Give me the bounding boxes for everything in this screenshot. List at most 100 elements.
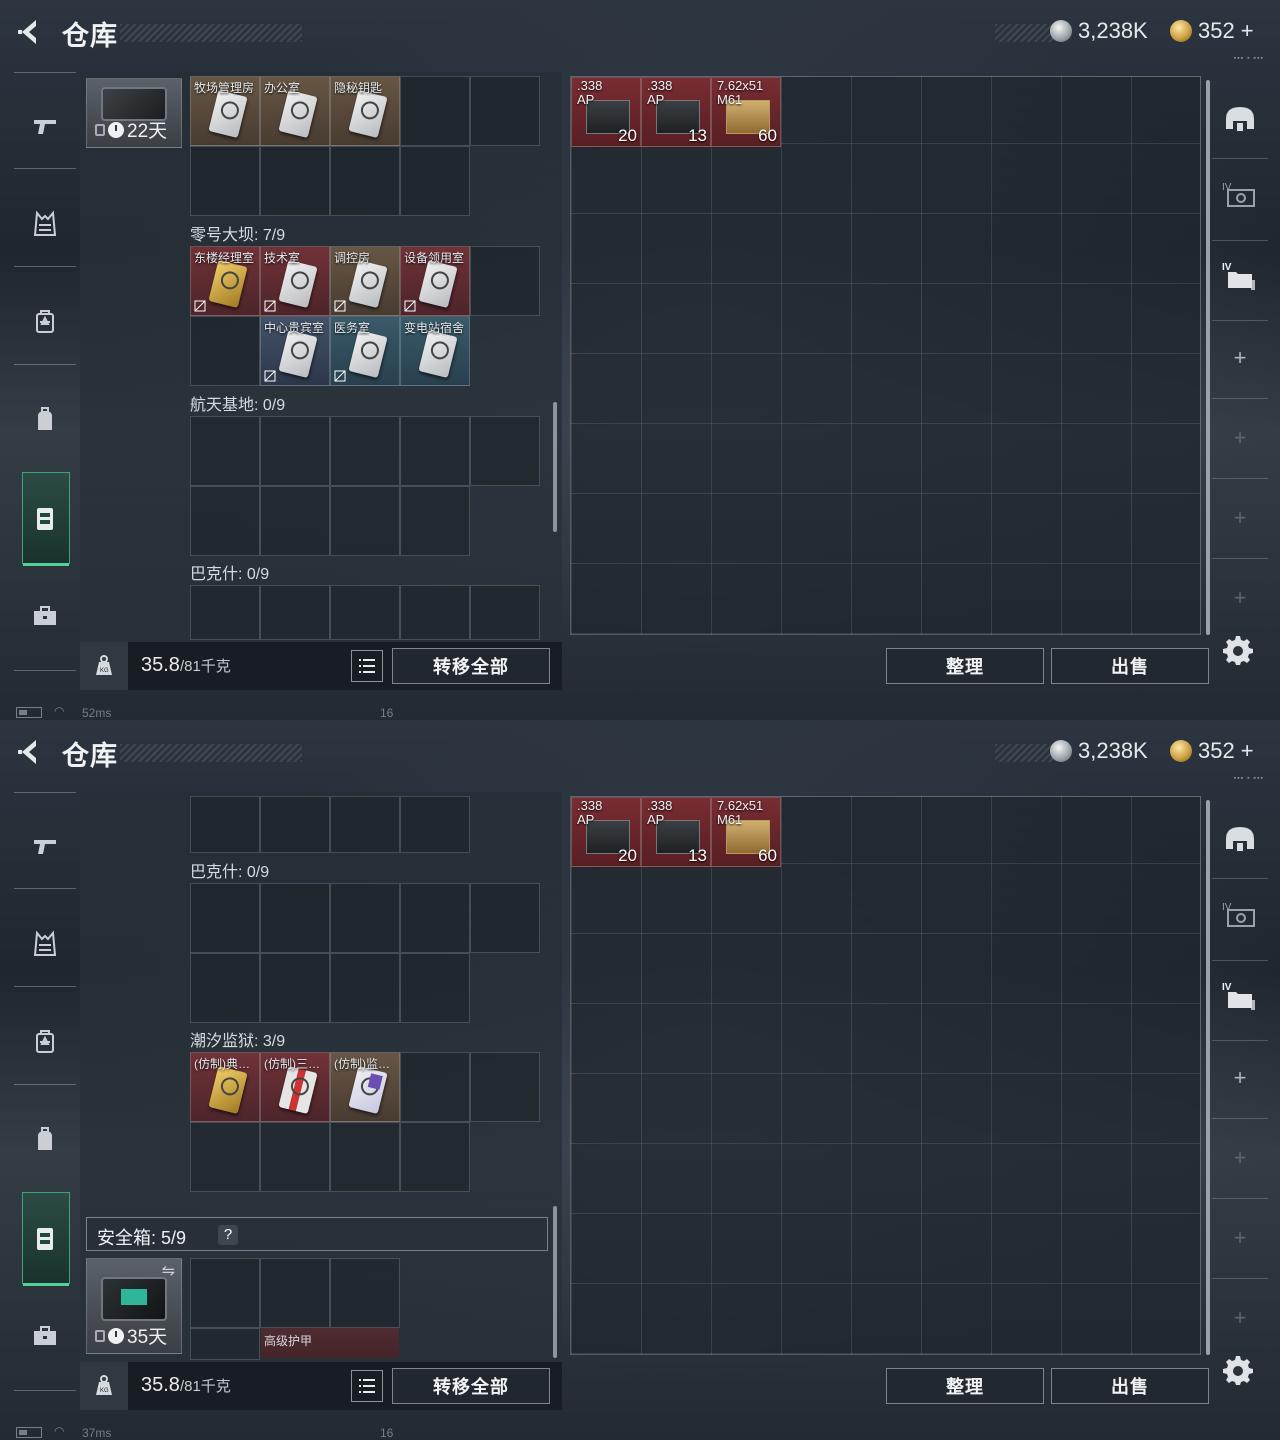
keycard-item[interactable]: 技术室 [260, 246, 330, 316]
ammo-item[interactable]: 7.62x51 M61 60 [711, 797, 781, 867]
gear-icon[interactable] [1222, 1354, 1254, 1386]
grid-slot[interactable] [190, 953, 260, 1023]
keycard-item[interactable]: 隐秘钥匙 [330, 76, 400, 146]
keycard-item[interactable]: 牧场管理房 [190, 76, 260, 146]
grid-slot[interactable] [260, 953, 330, 1023]
grid-slot[interactable] [190, 1122, 260, 1192]
sidebar-briefcase[interactable] [23, 594, 67, 638]
sort-button[interactable]: 整理 [886, 1368, 1044, 1404]
stash-tab-folder[interactable]: IV [1220, 256, 1260, 296]
grid-slot[interactable] [330, 1258, 400, 1328]
sort-button[interactable]: 整理 [886, 648, 1044, 684]
stash-add-button[interactable]: + [1220, 1058, 1260, 1098]
transfer-all-button[interactable]: 转移全部 [392, 648, 550, 684]
keycard-item[interactable]: 设备领用室 [400, 246, 470, 316]
keycard-item[interactable]: 东楼经理室 [190, 246, 260, 316]
grid-slot[interactable] [330, 146, 400, 216]
back-icon[interactable] [14, 736, 46, 768]
keycard-item[interactable]: (仿制)监… [330, 1052, 400, 1122]
armor-slot-label[interactable]: 高级护甲 [261, 1328, 399, 1358]
grid-slot[interactable] [260, 146, 330, 216]
stash-add-button[interactable]: + [1220, 1138, 1260, 1178]
grid-slot[interactable] [190, 1258, 260, 1328]
ammo-item[interactable]: .338 AP 13 [641, 797, 711, 867]
grid-slot[interactable] [190, 796, 260, 853]
grid-slot[interactable] [400, 953, 470, 1023]
transfer-all-button[interactable]: 转移全部 [392, 1368, 550, 1404]
grid-slot[interactable] [260, 1258, 330, 1328]
keycard-item[interactable]: (仿制)典… [190, 1052, 260, 1122]
stash-scrollbar[interactable] [1206, 80, 1210, 635]
safe-case-item[interactable]: ⇋ 35天 [86, 1258, 182, 1354]
grid-slot[interactable] [400, 1052, 470, 1122]
grid-slot[interactable] [190, 416, 260, 486]
sidebar-backpack[interactable] [23, 398, 67, 442]
grid-slot[interactable] [470, 585, 540, 640]
stash-tab-folder[interactable]: IV [1220, 976, 1260, 1016]
sidebar-chest-rig[interactable] [23, 1020, 67, 1064]
swap-icon[interactable]: ⇋ [162, 1261, 175, 1281]
grid-slot[interactable] [400, 796, 470, 853]
grid-slot[interactable] [400, 883, 470, 953]
grid-slot[interactable] [400, 585, 470, 640]
left-scrollbar[interactable] [553, 402, 557, 532]
gold-plus[interactable]: + [1241, 738, 1254, 764]
keycard-item[interactable]: 中心贵宾室 [260, 316, 330, 386]
grid-slot[interactable] [470, 76, 540, 146]
grid-slot[interactable] [330, 585, 400, 640]
ammo-item[interactable]: .338 AP 13 [641, 77, 711, 147]
stash-add-button[interactable]: + [1220, 498, 1260, 538]
stash-tab-chip[interactable]: IV [1220, 896, 1260, 936]
sell-button[interactable]: 出售 [1051, 648, 1209, 684]
grid-slot[interactable] [400, 416, 470, 486]
gold-currency[interactable]: 352 + [1170, 738, 1254, 764]
stash-tab-chip[interactable]: IV [1220, 176, 1260, 216]
keycard-item[interactable]: (仿制)三… [260, 1052, 330, 1122]
sidebar-armor[interactable] [23, 202, 67, 246]
grid-slot[interactable] [400, 146, 470, 216]
grid-slot[interactable] [190, 486, 260, 556]
grid-slot[interactable] [400, 486, 470, 556]
grid-slot[interactable] [330, 416, 400, 486]
key-case-item[interactable]: 22天 [86, 78, 182, 148]
grid-slot[interactable] [260, 1122, 330, 1192]
grid-slot[interactable] [260, 796, 330, 853]
sidebar-weapons[interactable] [23, 824, 67, 868]
sidebar-armor[interactable] [23, 922, 67, 966]
grid-slot[interactable] [330, 883, 400, 953]
sidebar-weapons[interactable] [23, 104, 67, 148]
stash-add-button[interactable]: + [1220, 578, 1260, 618]
stash-tab-helmet[interactable] [1220, 820, 1260, 860]
grid-slot[interactable] [330, 1122, 400, 1192]
grid-slot[interactable] [190, 316, 260, 386]
sidebar-briefcase[interactable] [23, 1314, 67, 1358]
grid-slot[interactable] [400, 76, 470, 146]
list-view-button[interactable] [351, 1370, 383, 1402]
sidebar-chest-rig[interactable] [23, 300, 67, 344]
stash-tab-helmet[interactable] [1220, 100, 1260, 140]
left-scrollbar[interactable] [553, 1206, 557, 1358]
grid-slot[interactable] [190, 883, 260, 953]
list-view-button[interactable] [351, 650, 383, 682]
grid-slot[interactable] [190, 146, 260, 216]
stash-scrollbar[interactable] [1206, 800, 1210, 1355]
grid-slot[interactable] [260, 486, 330, 556]
keycard-item[interactable]: 办公室 [260, 76, 330, 146]
grid-slot[interactable] [190, 585, 260, 640]
grid-slot[interactable] [330, 796, 400, 853]
grid-slot[interactable] [330, 486, 400, 556]
grid-slot[interactable] [470, 246, 540, 316]
keycard-item[interactable]: 变电站宿舍 [400, 316, 470, 386]
ammo-item[interactable]: 7.62x51 M61 60 [711, 77, 781, 147]
grid-slot[interactable] [260, 883, 330, 953]
help-button[interactable]: ? [218, 1225, 238, 1245]
stash-add-button[interactable]: + [1220, 338, 1260, 378]
stash-grid[interactable]: .338 AP 20 .338 AP 13 7.62x51 M61 60 [570, 76, 1201, 635]
sidebar-case[interactable] [23, 1216, 67, 1260]
keycard-item[interactable]: 调控房 [330, 246, 400, 316]
gear-icon[interactable] [1222, 634, 1254, 666]
grid-slot[interactable] [190, 1328, 260, 1360]
grid-slot[interactable] [400, 1122, 470, 1192]
stash-add-button[interactable]: + [1220, 1298, 1260, 1338]
gold-plus[interactable]: + [1241, 18, 1254, 44]
